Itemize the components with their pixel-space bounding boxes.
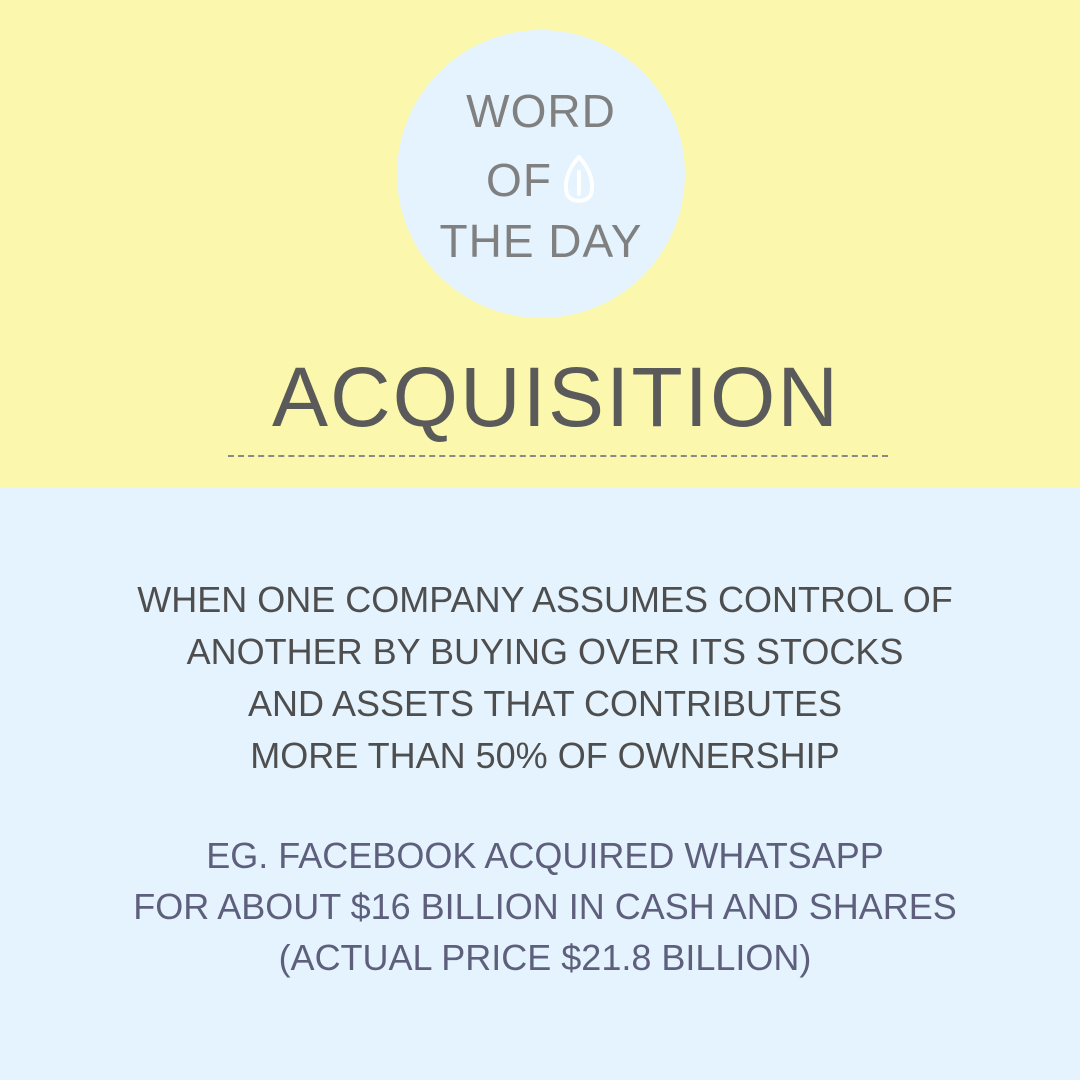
badge-line-word: WORD: [466, 85, 616, 137]
definition-line: ANOTHER BY BUYING OVER ITS STOCKS: [186, 631, 904, 672]
definition-text: WHEN ONE COMPANY ASSUMES CONTROL OF ANOT…: [0, 574, 1080, 782]
badge-line-the-day: THE DAY: [439, 215, 643, 267]
definition-line: MORE THAN 50% OF OWNERSHIP: [250, 735, 840, 776]
example-line: FOR ABOUT $16 BILLION IN CASH AND SHARES: [133, 886, 957, 927]
example-line: (ACTUAL PRICE $21.8 BILLION): [278, 937, 812, 978]
example-text: EG. FACEBOOK ACQUIRED WHATSAPP FOR ABOUT…: [0, 830, 1080, 983]
badge-text-of: OF: [486, 154, 552, 206]
definition-line: AND ASSETS THAT CONTRIBUTES: [247, 683, 843, 724]
leaf-icon: [562, 154, 596, 208]
word-title: ACQUISITION: [271, 350, 841, 444]
word-of-the-day-badge: WORD OF THE DAY: [397, 30, 685, 318]
example-line: EG. FACEBOOK ACQUIRED WHATSAPP: [206, 835, 884, 876]
definition-line: WHEN ONE COMPANY ASSUMES CONTROL OF: [137, 579, 953, 620]
dashed-divider: [228, 455, 888, 457]
badge-line-of: OF: [397, 154, 685, 208]
